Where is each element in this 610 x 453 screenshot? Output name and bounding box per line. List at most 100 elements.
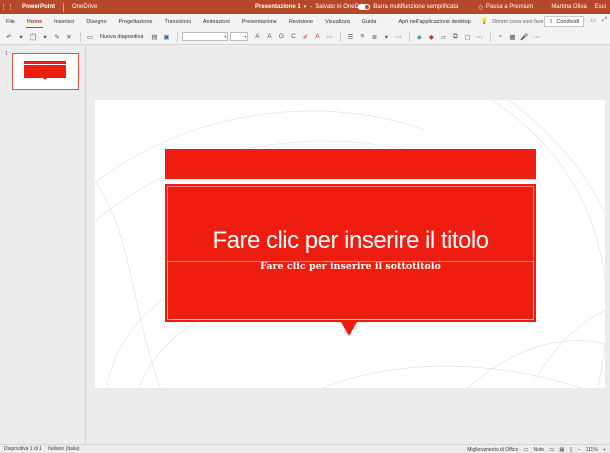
help-improve-office[interactable]: Miglioramento di Office	[467, 447, 518, 453]
picture-icon[interactable]: ▣	[161, 31, 171, 43]
sign-out-link[interactable]: Esci	[595, 4, 606, 10]
paste-icon[interactable]: 📋	[28, 31, 38, 43]
more-icon[interactable]: ⋯	[324, 31, 334, 43]
designer-icon[interactable]: ▦	[507, 31, 517, 43]
tab-draw[interactable]: Disegno	[80, 14, 112, 29]
tab-help[interactable]: Guida	[356, 14, 383, 29]
chevron-down-icon[interactable]: ▾	[304, 4, 307, 10]
tab-view[interactable]: Visualizza	[319, 14, 356, 29]
zoom-level[interactable]: 111%	[586, 447, 598, 453]
document-title[interactable]: Presentazione 1	[255, 4, 301, 10]
chevron-down-icon: ▾	[244, 34, 247, 39]
sorter-view-icon[interactable]: ▦	[559, 447, 564, 453]
slide-thumbnail[interactable]	[12, 53, 79, 90]
title-placeholder-box[interactable]: Fare clic per inserire il titolo Fare cl…	[165, 184, 536, 322]
tab-slideshow[interactable]: Presentazione	[236, 14, 283, 29]
share-icon: ⇪	[548, 18, 554, 25]
notes-button[interactable]: Note	[534, 447, 545, 453]
arrange-icon[interactable]: ⧉	[450, 31, 460, 43]
subtitle-placeholder[interactable]: Fare clic per inserire il sottotitolo	[165, 261, 536, 272]
reading-view-icon[interactable]: ▯	[569, 447, 572, 453]
thumbnail-canvas	[16, 57, 75, 86]
highlight-icon[interactable]: ✐	[300, 31, 310, 43]
font-name-select[interactable]: ▾	[182, 32, 229, 41]
title-dash: -	[310, 4, 313, 10]
more-icon[interactable]: ⋯	[393, 31, 403, 43]
thumbnail-number: 1	[5, 51, 8, 57]
chevron-down-icon: ▾	[224, 34, 227, 39]
format-painter-icon[interactable]: ✎	[52, 31, 62, 43]
shapes-icon[interactable]: ◈	[414, 31, 424, 43]
thumbnail-pointer	[43, 78, 47, 80]
slide-counter: Diapositiva 1 di 1	[4, 446, 43, 452]
undo-icon[interactable]: ↶	[4, 31, 14, 43]
app-name[interactable]: PowerPoint	[22, 4, 55, 10]
fill-icon[interactable]: ◆	[426, 31, 436, 43]
clear-icon[interactable]: ✕	[64, 31, 74, 43]
layout-icon[interactable]: ▤	[149, 31, 159, 43]
chevron-down-icon[interactable]: ▾	[40, 31, 50, 43]
language-status[interactable]: Italiano (Italia)	[48, 446, 79, 452]
grow-font-icon[interactable]: A	[252, 31, 262, 43]
tab-design[interactable]: Progettazione	[113, 14, 159, 29]
zoom-out-icon[interactable]: −	[578, 447, 581, 453]
new-slide-label: Nuova diapositiva	[100, 33, 144, 40]
bullets-icon[interactable]: ☰	[345, 31, 355, 43]
new-slide-icon: ▭	[86, 33, 94, 41]
thumbnail-box	[24, 65, 66, 78]
tab-insert[interactable]: Inserisci	[48, 14, 80, 29]
normal-view-icon[interactable]: ▭	[549, 447, 554, 453]
font-color-icon[interactable]: A	[312, 31, 322, 43]
bold-icon[interactable]: G	[276, 31, 286, 43]
comments-icon[interactable]: ▭	[590, 17, 596, 24]
title-bar: ⋮⋮ PowerPoint OneDrive Presentazione 1 ▾…	[0, 0, 610, 14]
premium-link[interactable]: Passa a Premium	[486, 4, 533, 10]
shrink-font-icon[interactable]: A	[264, 31, 274, 43]
zoom-in-icon[interactable]: +	[603, 447, 606, 453]
chevron-down-icon[interactable]: ▾	[16, 31, 26, 43]
italic-icon[interactable]: C	[288, 31, 298, 43]
search-icon[interactable]: ⌕	[495, 31, 505, 43]
tell-me-placeholder: Dimmi cosa vuoi fare	[492, 18, 544, 25]
toolbar: ↶ ▾ 📋 ▾ ✎ ✕ ▭ Nuova diapositiva ▤ ▣ ▾ ▾ …	[0, 29, 610, 45]
ribbon-tabs: File Home Inserisci Disegno Progettazion…	[0, 14, 610, 29]
lightbulb-icon: 💡	[480, 19, 489, 25]
status-bar: Diapositiva 1 di 1 Italiano (Italia) Mig…	[0, 444, 610, 453]
chevron-down-icon[interactable]: ▾	[381, 31, 391, 43]
thumbnail-bar	[24, 61, 66, 64]
tab-transitions[interactable]: Transizioni	[158, 14, 196, 29]
simplified-ribbon-toggle[interactable]	[358, 4, 371, 10]
toolbar-divider	[177, 31, 179, 42]
callout-pointer	[341, 322, 357, 336]
tab-review[interactable]: Revisione	[283, 14, 319, 29]
tab-animations[interactable]: Animazioni	[197, 14, 236, 29]
tell-me-box[interactable]: 💡 Dimmi cosa vuoi fare	[480, 18, 544, 26]
slide-canvas[interactable]: Fare clic per inserire il titolo Fare cl…	[95, 100, 605, 388]
app-launcher-icon[interactable]: ⋮⋮	[0, 0, 14, 14]
title-placeholder[interactable]: Fare clic per inserire il titolo	[165, 227, 536, 255]
new-slide-button[interactable]: ▭ Nuova diapositiva	[85, 31, 144, 43]
dictate-icon[interactable]: 🎤	[519, 31, 529, 43]
diamond-icon: ◇	[478, 4, 483, 11]
outline-icon[interactable]: ▱	[438, 31, 448, 43]
notes-icon: ▭	[523, 446, 529, 453]
share-label: Condividi	[556, 18, 579, 25]
slide-thumbnail-panel: 1	[0, 46, 86, 444]
more-icon[interactable]: ⋯	[531, 31, 541, 43]
toolbar-divider	[80, 31, 81, 42]
share-button[interactable]: ⇪ Condividi	[543, 16, 584, 27]
open-desktop-app[interactable]: Apri nell'applicazione desktop	[394, 14, 474, 29]
font-size-select[interactable]: ▾	[230, 32, 249, 41]
expand-icon[interactable]: ⤢	[602, 17, 607, 24]
title-divider	[63, 2, 65, 12]
align-icon[interactable]: ≣	[369, 31, 379, 43]
tab-home[interactable]: Home	[21, 14, 48, 29]
simplified-ribbon-label: Barra multifunzione semplificata	[373, 4, 459, 10]
more-icon[interactable]: ⋯	[474, 31, 484, 43]
user-name[interactable]: Martina Oliva	[551, 4, 586, 10]
tab-file[interactable]: File	[0, 14, 21, 29]
document-title-area[interactable]: Presentazione 1 ▾ - Salvato in OneDrive	[255, 0, 369, 14]
numbering-icon[interactable]: ≡	[357, 31, 367, 43]
onedrive-link[interactable]: OneDrive	[72, 4, 97, 10]
effects-icon[interactable]: ▢	[462, 31, 472, 43]
